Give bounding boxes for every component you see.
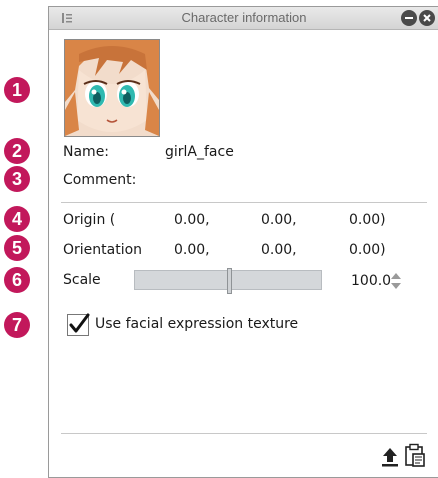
callout-4: 4 bbox=[4, 206, 30, 232]
comment-label: Comment: bbox=[63, 172, 137, 188]
export-upload-icon[interactable] bbox=[379, 445, 401, 469]
minimize-button[interactable] bbox=[401, 10, 417, 26]
orientation-label: Orientation bbox=[63, 242, 143, 258]
panel-title: Character information bbox=[181, 10, 307, 25]
section-divider bbox=[61, 202, 427, 203]
scale-label: Scale bbox=[63, 272, 101, 288]
orientation-x-value[interactable]: 0.00, bbox=[174, 242, 210, 258]
close-icon bbox=[423, 14, 431, 22]
checkmark-icon bbox=[69, 313, 90, 333]
scale-slider[interactable] bbox=[134, 268, 322, 294]
clipboard-paste-icon[interactable] bbox=[404, 443, 426, 467]
origin-z-value[interactable]: 0.00) bbox=[349, 212, 386, 228]
footer-divider bbox=[61, 433, 427, 434]
panel-titlebar[interactable]: Character information bbox=[49, 7, 438, 30]
name-value[interactable]: girlA_face bbox=[165, 144, 234, 160]
facial-expression-checkbox[interactable] bbox=[67, 313, 90, 336]
callout-1: 1 bbox=[4, 77, 30, 103]
minimize-icon bbox=[405, 17, 413, 19]
orientation-z-value[interactable]: 0.00) bbox=[349, 242, 386, 258]
callout-2: 2 bbox=[4, 138, 30, 164]
close-button[interactable] bbox=[419, 10, 435, 26]
name-label: Name: bbox=[63, 144, 110, 160]
character-face-icon bbox=[65, 40, 159, 136]
callout-5: 5 bbox=[4, 235, 30, 261]
character-thumbnail[interactable] bbox=[64, 39, 160, 137]
origin-x-value[interactable]: 0.00, bbox=[174, 212, 210, 228]
origin-y-value[interactable]: 0.00, bbox=[261, 212, 297, 228]
character-information-panel: Character information Name: girlA_face C… bbox=[48, 6, 438, 478]
scale-value[interactable]: 100.0 bbox=[351, 273, 391, 289]
facial-expression-label[interactable]: Use facial expression texture bbox=[95, 316, 298, 332]
scale-spinner-icon[interactable] bbox=[390, 271, 402, 291]
callout-6: 6 bbox=[4, 267, 30, 293]
scale-slider-thumb[interactable] bbox=[227, 268, 232, 294]
callout-3: 3 bbox=[4, 166, 30, 192]
callout-7: 7 bbox=[4, 312, 30, 338]
origin-label: Origin ( bbox=[63, 212, 116, 228]
orientation-y-value[interactable]: 0.00, bbox=[261, 242, 297, 258]
